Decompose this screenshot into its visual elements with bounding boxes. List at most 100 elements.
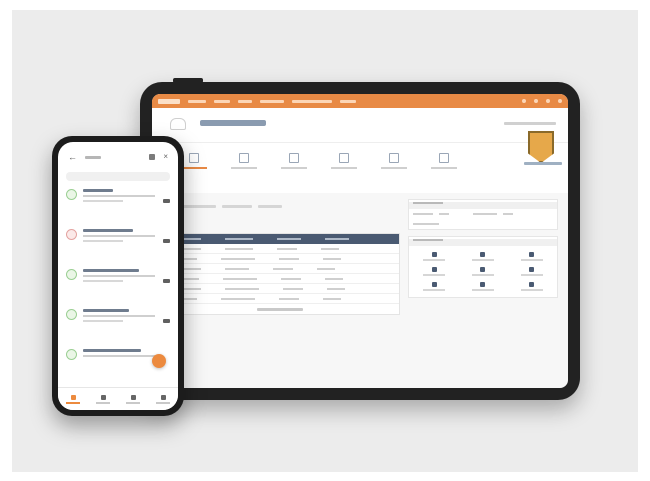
link-icon bbox=[529, 282, 535, 287]
nav-item[interactable] bbox=[238, 99, 252, 103]
grid-icon bbox=[100, 394, 106, 400]
column-header[interactable] bbox=[277, 238, 301, 240]
table-row[interactable] bbox=[161, 274, 399, 284]
nav-item[interactable] bbox=[260, 99, 284, 103]
pagination-control[interactable] bbox=[257, 307, 303, 311]
tab-2[interactable] bbox=[230, 153, 258, 169]
link-icon bbox=[480, 252, 486, 257]
quick-link[interactable] bbox=[462, 252, 505, 261]
quick-link[interactable] bbox=[413, 252, 456, 261]
list-item[interactable] bbox=[66, 227, 170, 260]
table-row[interactable] bbox=[161, 244, 399, 254]
table-row[interactable] bbox=[161, 284, 399, 294]
status-dot-green bbox=[66, 189, 77, 200]
help-icon[interactable] bbox=[546, 99, 550, 103]
table-row[interactable] bbox=[161, 264, 399, 274]
tab-label bbox=[126, 401, 140, 404]
column-header[interactable] bbox=[325, 238, 349, 240]
list-item[interactable] bbox=[66, 187, 170, 220]
crest-icon bbox=[170, 118, 186, 130]
link-label bbox=[423, 259, 446, 261]
card-header bbox=[409, 202, 557, 209]
floating-action-button[interactable] bbox=[152, 354, 166, 368]
car-icon bbox=[163, 239, 170, 243]
tab-calls[interactable] bbox=[126, 394, 140, 404]
table-cell bbox=[327, 287, 345, 290]
settings-icon[interactable] bbox=[534, 99, 538, 103]
filter-bar bbox=[160, 199, 400, 213]
table-cell bbox=[281, 277, 301, 280]
tab-6[interactable] bbox=[430, 153, 458, 169]
nav-item[interactable] bbox=[292, 99, 332, 103]
column-header[interactable] bbox=[225, 238, 253, 240]
search-input[interactable] bbox=[66, 172, 170, 181]
quick-links-card bbox=[408, 236, 558, 298]
link-icon bbox=[431, 267, 437, 272]
header-link[interactable] bbox=[504, 122, 556, 125]
phone-device: ← × bbox=[52, 136, 184, 416]
table-cell bbox=[225, 247, 253, 250]
link-icon bbox=[431, 252, 437, 257]
item-subtitle bbox=[83, 275, 155, 277]
notification-icon[interactable] bbox=[522, 99, 526, 103]
list-item[interactable] bbox=[66, 267, 170, 300]
tab-more[interactable] bbox=[156, 394, 170, 404]
quick-link[interactable] bbox=[510, 252, 553, 261]
quick-link[interactable] bbox=[462, 282, 505, 291]
main-content bbox=[152, 193, 568, 388]
table-row[interactable] bbox=[161, 294, 399, 304]
phone-title bbox=[85, 155, 101, 159]
tab-label bbox=[431, 167, 457, 169]
tab-4[interactable] bbox=[330, 153, 358, 169]
list-item[interactable] bbox=[66, 307, 170, 340]
logo-icon[interactable] bbox=[158, 98, 180, 104]
quick-link[interactable] bbox=[510, 267, 553, 276]
user-icon[interactable] bbox=[558, 99, 562, 103]
nav-item[interactable] bbox=[214, 99, 230, 103]
table-row[interactable] bbox=[161, 254, 399, 264]
table-cell bbox=[279, 297, 299, 300]
quick-links-grid bbox=[409, 246, 557, 297]
close-icon[interactable]: × bbox=[163, 153, 168, 161]
back-arrow-icon[interactable]: ← bbox=[68, 152, 77, 162]
summary-card bbox=[408, 199, 558, 230]
tab-home[interactable] bbox=[66, 394, 80, 404]
item-title bbox=[83, 309, 129, 312]
car-icon bbox=[163, 199, 170, 203]
tab-label bbox=[181, 167, 207, 169]
tab-label bbox=[156, 401, 170, 404]
status-dot-green bbox=[66, 349, 77, 360]
page-title bbox=[200, 120, 266, 126]
item-meta bbox=[83, 320, 123, 322]
top-navigation-bar bbox=[152, 94, 568, 108]
phone-screen: ← × bbox=[58, 142, 178, 410]
quick-link[interactable] bbox=[462, 267, 505, 276]
filter-field[interactable] bbox=[258, 204, 282, 208]
tab-label bbox=[281, 167, 307, 169]
table-cell bbox=[321, 247, 339, 250]
car-icon bbox=[163, 319, 170, 323]
link-label bbox=[471, 274, 494, 276]
filter-field[interactable] bbox=[222, 204, 252, 208]
item-meta bbox=[83, 200, 123, 202]
tab-5[interactable] bbox=[380, 153, 408, 169]
card-row bbox=[409, 219, 557, 229]
tab-1[interactable] bbox=[180, 153, 208, 169]
link-icon bbox=[529, 267, 535, 272]
tab-3[interactable] bbox=[280, 153, 308, 169]
link-label bbox=[423, 274, 446, 276]
quick-link[interactable] bbox=[510, 282, 553, 291]
card-field bbox=[413, 223, 439, 225]
nav-item[interactable] bbox=[340, 99, 356, 103]
tab-bar bbox=[152, 131, 568, 193]
quick-link[interactable] bbox=[413, 282, 456, 291]
quick-link[interactable] bbox=[413, 267, 456, 276]
mic-icon[interactable] bbox=[149, 154, 156, 160]
item-subtitle bbox=[83, 355, 155, 357]
tab-apps[interactable] bbox=[96, 394, 110, 404]
link-label bbox=[520, 274, 543, 276]
nav-item[interactable] bbox=[188, 99, 206, 103]
card-field bbox=[439, 213, 449, 215]
card-title bbox=[413, 239, 443, 241]
link-icon bbox=[431, 282, 437, 287]
